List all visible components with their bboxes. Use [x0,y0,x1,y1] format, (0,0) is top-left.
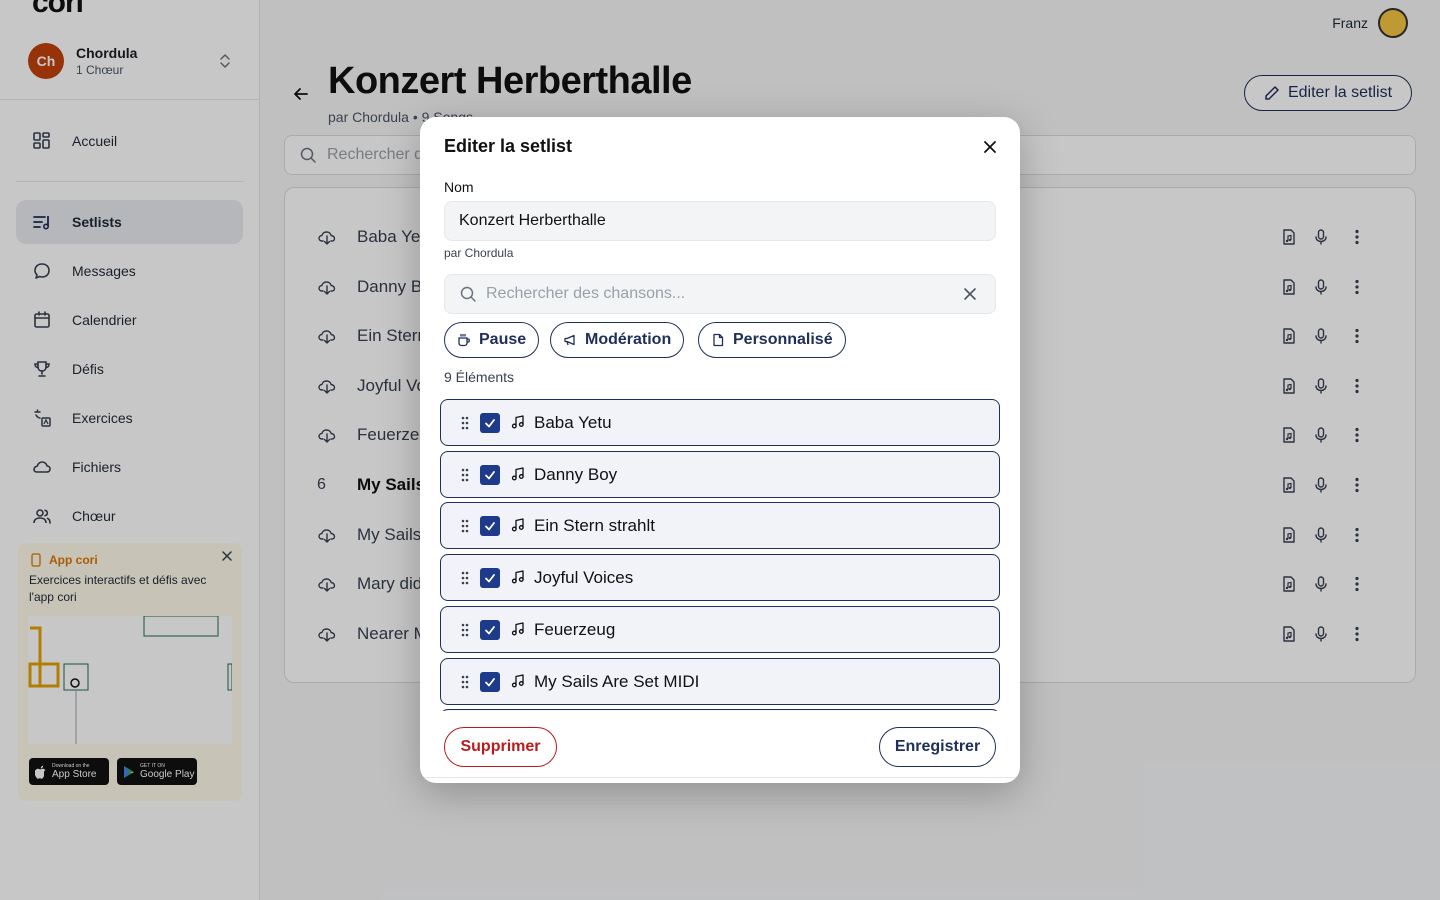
add-moderation-button[interactable]: Modération [550,322,685,358]
save-button[interactable]: Enregistrer [879,727,996,767]
delete-button[interactable]: Supprimer [444,727,557,767]
setlist-items-list: Baba Yetu Danny Boy Ein Stern strahlt Joyfu… [440,399,1000,711]
list-item[interactable]: My Sails Are Set MIDI [440,657,1000,705]
item-label: My Sails Are Set MIDI [534,671,700,691]
check-icon [485,419,495,428]
item-checkbox[interactable] [480,413,500,433]
list-item[interactable]: Feuerzeug [440,605,1000,653]
music-note-icon [511,415,524,429]
close-icon[interactable] [981,138,999,156]
item-label: Danny Boy [534,464,618,484]
dialog-title: Editer la setlist [444,136,573,156]
item-checkbox[interactable] [480,464,500,485]
coffee-icon [458,333,470,347]
song-search-input[interactable]: Rechercher des chansons... [444,274,996,314]
drag-handle-icon[interactable] [460,467,470,483]
add-custom-button[interactable]: Personnalisé [698,322,846,358]
item-checkbox[interactable] [480,516,500,537]
list-item[interactable]: Joyful Voices [440,554,1000,602]
drag-handle-icon[interactable] [460,570,470,586]
list-item[interactable]: Danny Boy [440,450,1000,498]
item-label: Feuerzeug [534,619,616,639]
item-checkbox[interactable] [480,671,500,692]
music-note-icon [511,518,524,532]
check-icon [485,677,495,686]
check-icon [485,522,495,531]
item-checkbox[interactable] [480,619,500,640]
list-item[interactable]: Baba Yetu [440,399,1000,446]
list-item[interactable]: Ein Stern strahlt [440,502,1000,550]
author-label: par Chordula [444,246,514,260]
file-icon [713,333,724,347]
item-label: Ein Stern strahlt [534,516,655,536]
chip-label: Modération [585,331,672,348]
music-note-icon [511,673,524,687]
drag-handle-icon[interactable] [460,674,470,690]
edit-setlist-dialog: Editer la setlist Nom Konzert Herberthal… [420,117,1020,783]
search-icon [460,286,476,302]
song-search-placeholder: Rechercher des chansons... [486,285,686,302]
name-field[interactable]: Konzert Herberthalle [444,201,996,241]
chip-label: Pause [479,331,527,348]
megaphone-icon [564,334,575,346]
items-count: 9 Éléments [444,369,515,385]
check-icon [485,470,495,480]
drag-handle-icon[interactable] [460,518,470,534]
music-note-icon [511,570,524,584]
clear-icon[interactable] [963,287,977,301]
add-pause-button[interactable]: Pause [444,322,540,358]
chip-label: Personnalisé [733,331,833,348]
drag-handle-icon[interactable] [460,415,470,431]
music-note-icon [511,622,524,636]
item-checkbox[interactable] [480,568,500,589]
item-label: Joyful Voices [534,568,634,588]
item-label: Baba Yetu [534,413,612,432]
drag-handle-icon[interactable] [460,622,470,638]
list-item[interactable] [440,709,1000,711]
check-icon [485,574,495,583]
dialog-divider [424,777,1016,778]
check-icon [485,625,495,635]
music-note-icon [511,467,524,481]
name-label: Nom [444,179,474,195]
